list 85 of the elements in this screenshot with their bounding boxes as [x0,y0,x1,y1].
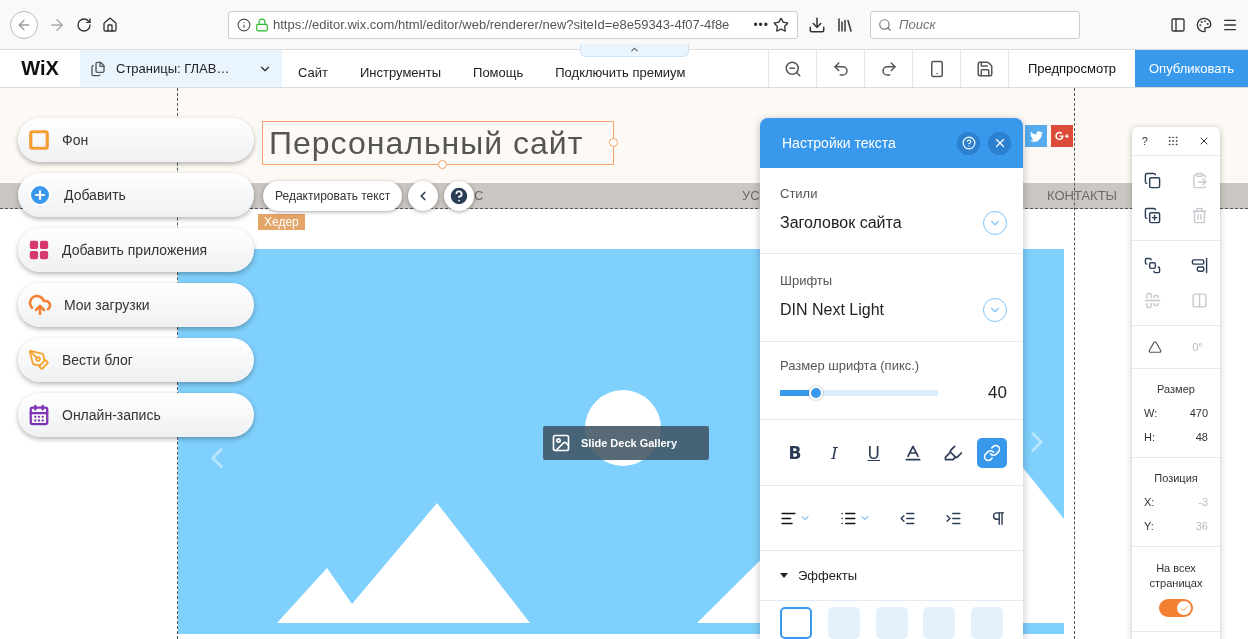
logo[interactable]: WiX [0,50,80,87]
drag-handle-icon[interactable] [1167,135,1180,147]
height-value[interactable]: 48 [1195,431,1208,443]
palette-icon[interactable] [1196,16,1212,33]
section-title: Размер [1157,383,1195,395]
font-size-value: 40 [988,383,1007,403]
menu-item[interactable]: Подключить премиум [555,65,686,80]
field-label: W: [1144,407,1158,419]
library-icon[interactable] [836,15,854,34]
add-panel-button[interactable]: Мои загрузки [18,283,254,327]
field-label: H: [1144,431,1155,443]
toggle-switch[interactable] [1159,599,1193,617]
home-icon[interactable] [102,16,118,33]
effect-swatch[interactable] [875,607,908,639]
add-panel-button[interactable]: Онлайн-запись [18,393,254,437]
save-icon [975,59,994,78]
url-text: https://editor.wix.com/html/editor/web/renderer/new?siteId=e8e59343-4f07-4f8e [273,17,731,32]
gallery-name: Slide Deck Gallery [581,437,677,449]
sidebar-icon[interactable] [1170,16,1186,33]
field-label: X: [1144,496,1155,508]
help-button[interactable]: ? [1141,135,1148,147]
star-icon[interactable] [773,16,789,33]
calendar-icon [28,404,50,426]
triangle-icon[interactable] [1147,340,1162,354]
panel-title: Настройки текста [782,135,897,151]
link-icon [982,443,1001,462]
field-label: Размер шрифта (пикс.) [780,358,921,373]
add-panel-button[interactable]: Добавить приложения [18,228,254,272]
header-tag: Хедер [258,214,305,230]
image-icon [551,433,571,453]
address-field[interactable]: https://editor.wix.com/html/editor/web/renderer/new?siteId=e8e59343-4f07-4f8e ••• [228,10,798,39]
style-dropdown[interactable]: Заголовок сайта [780,211,1007,235]
text-direction-icon[interactable] [990,509,1007,527]
effect-swatch[interactable] [923,607,956,639]
more-button[interactable]: ••• [753,17,769,32]
redo-icon [879,59,898,78]
effect-swatch[interactable] [780,607,812,639]
add-panel-button[interactable]: Фон [18,118,254,162]
add-panel-button[interactable]: Вести блог [18,338,254,382]
help-icon [448,185,471,207]
effect-swatch[interactable] [827,607,860,639]
duplicate-icon[interactable] [1144,207,1161,224]
check-icon [1179,603,1189,613]
layers-icon[interactable] [1144,257,1161,274]
italic-button[interactable]: I [819,437,850,468]
section-title[interactable]: Эффекты [798,568,858,583]
square-icon [28,129,50,151]
section-title: Позиция [1154,472,1198,484]
undo-icon [831,59,850,78]
download-icon[interactable] [808,15,826,34]
field-label: Стили [780,186,819,201]
effect-swatch[interactable] [971,607,1003,639]
toggle-label: На всех страницах [1148,561,1204,591]
add-panel-button[interactable]: Добавить [18,173,254,217]
menu-item[interactable]: Инструменты [360,65,442,80]
help-icon [961,136,976,150]
add-icon [28,183,52,207]
grid-icon [28,239,50,261]
close-button[interactable] [988,131,1011,155]
menu-item[interactable]: Помощь [473,65,524,80]
width-value[interactable]: 470 [1189,407,1208,419]
twitter-icon[interactable] [1025,125,1047,147]
highlighter-icon [942,442,963,463]
bold-button[interactable]: B [780,437,810,468]
reload-icon[interactable] [76,16,92,33]
underline-button[interactable]: U [858,437,889,468]
field-label: Шрифты [780,273,834,288]
slider-thumb[interactable] [809,386,824,400]
align-icon[interactable] [1191,257,1208,274]
edit-text-button[interactable]: Редактировать текст [263,181,403,211]
field-label: Y: [1144,520,1154,532]
menu-item[interactable]: Сайт [298,65,328,80]
cloud-upload-icon [28,293,52,317]
google-plus-icon[interactable] [1051,125,1073,147]
pages-icon [90,60,106,77]
copy-icon[interactable] [1144,172,1161,189]
search-field[interactable]: Поиск [870,10,1080,39]
font-dropdown[interactable]: DIN Next Light [780,298,1007,322]
info-icon[interactable] [237,17,251,32]
search-icon [878,17,892,32]
link-button[interactable] [976,437,1007,468]
pen-icon [28,349,50,371]
pages-dropdown[interactable]: Страницы: ГЛАВ… [80,50,282,87]
caret-icon[interactable] [780,573,788,578]
zoom-out-icon [783,59,802,78]
